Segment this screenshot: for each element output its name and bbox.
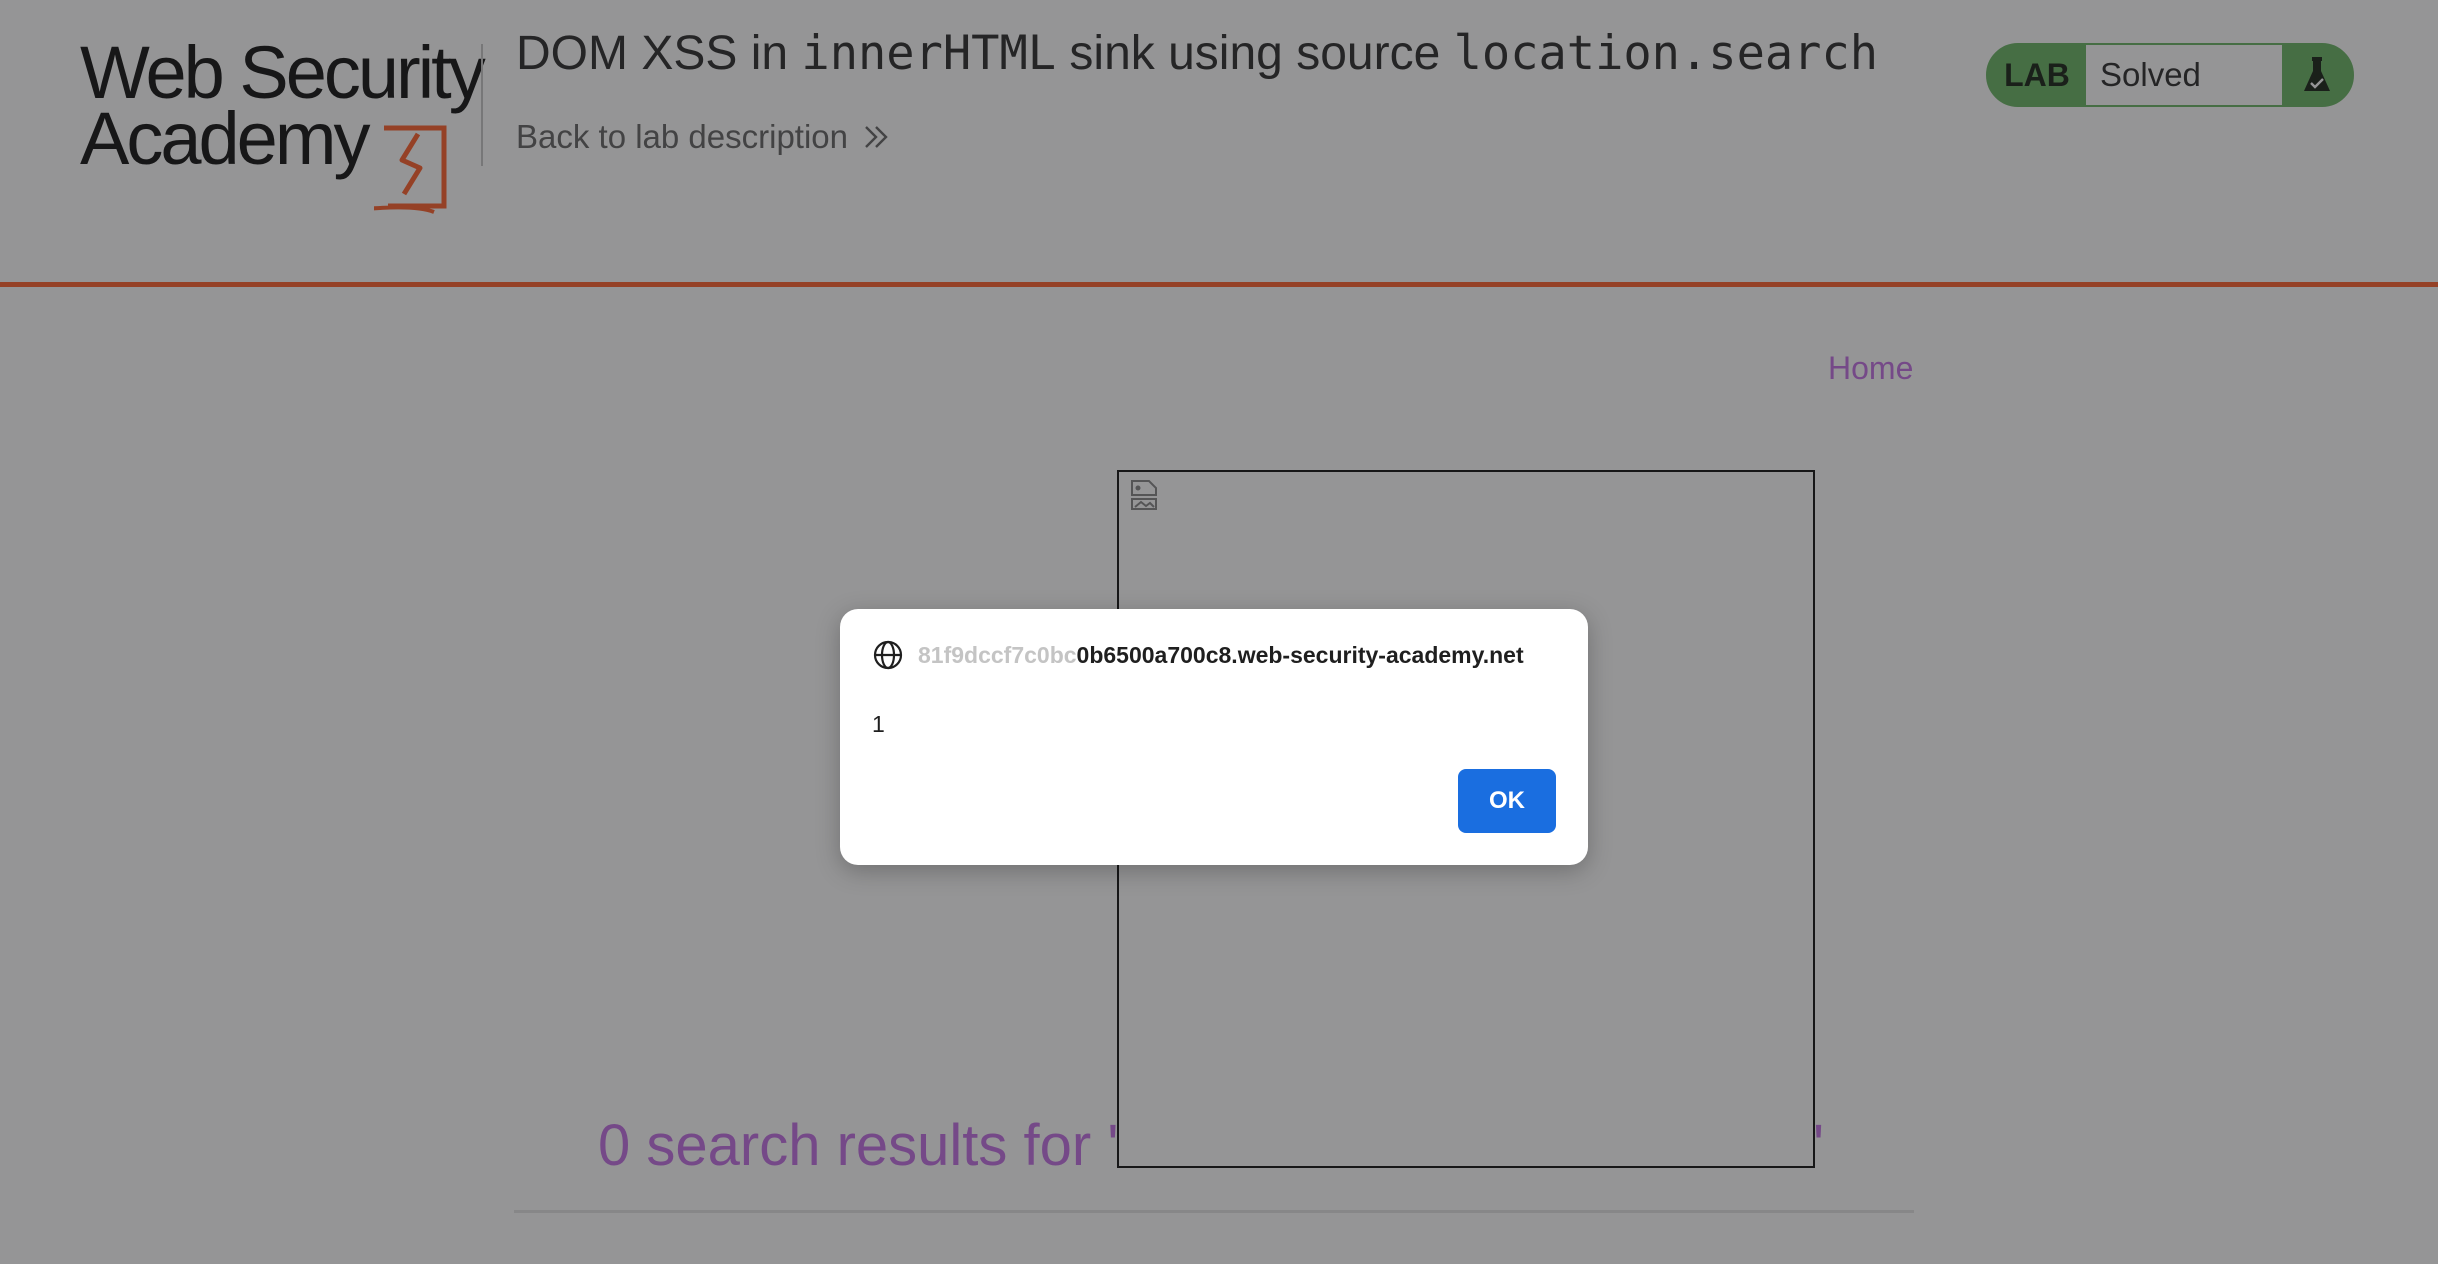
alert-dialog: 81f9dccf7c0bc0b6500a700c8.web-security-a… [840, 609, 1588, 865]
ok-button[interactable]: OK [1458, 769, 1556, 833]
globe-icon [873, 640, 903, 670]
dialog-origin-faded: 81f9dccf7c0bc [918, 641, 1077, 668]
dialog-origin-host: 0b6500a700c8.web-security-academy.net [1076, 641, 1524, 668]
dialog-message: 1 [872, 711, 885, 737]
dialog-origin: 81f9dccf7c0bc0b6500a700c8.web-security-a… [872, 639, 1524, 671]
